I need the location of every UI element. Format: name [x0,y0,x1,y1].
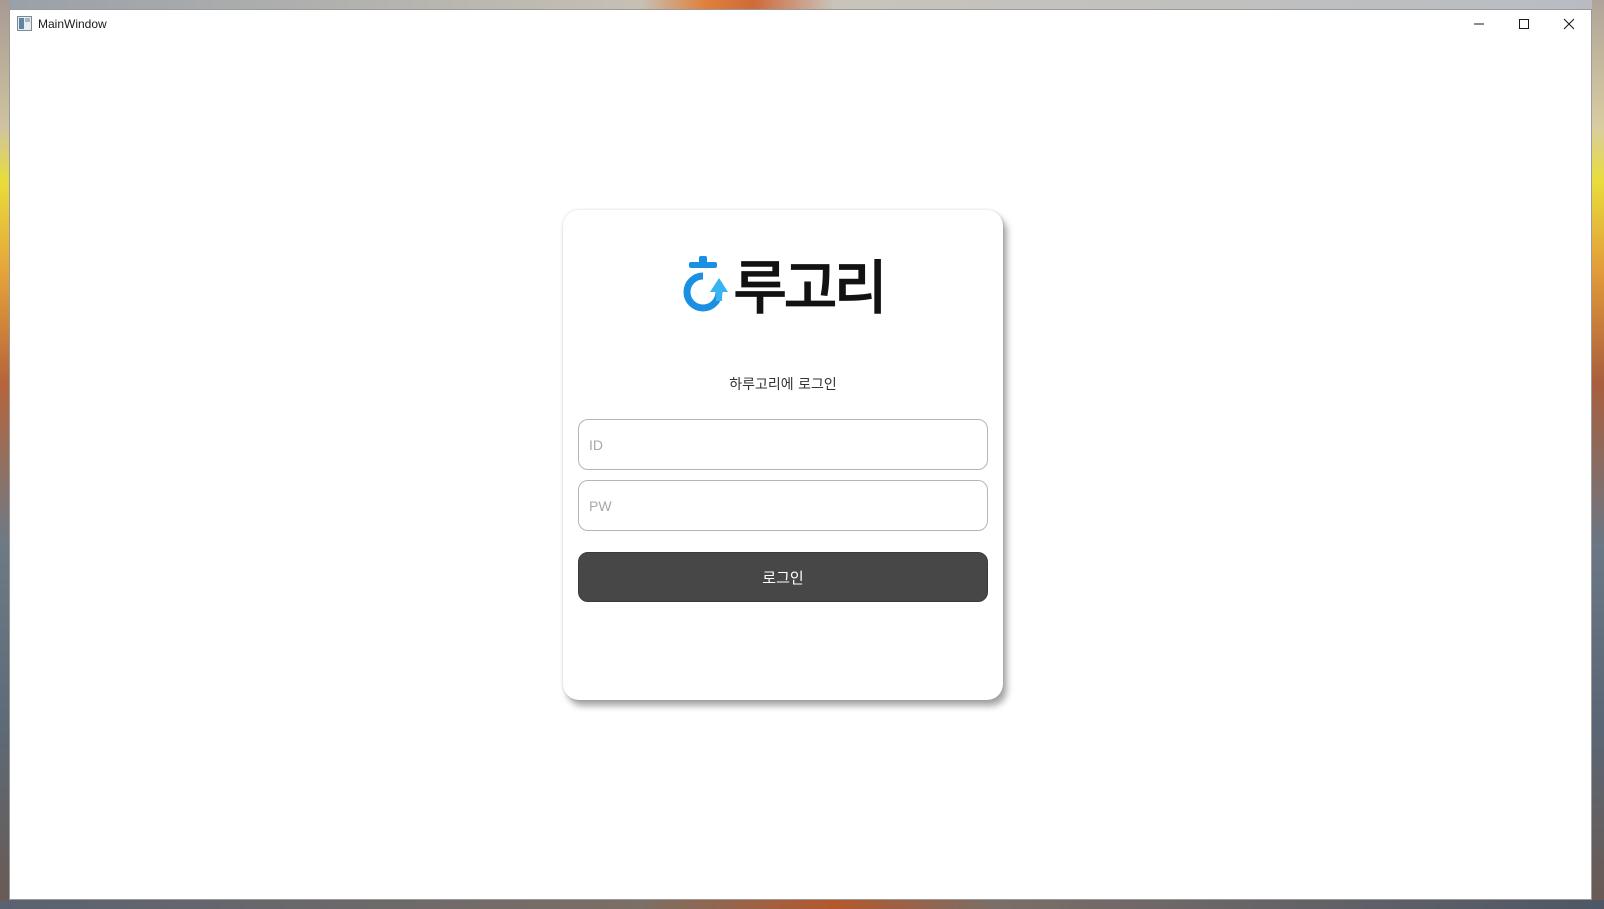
desktop-background-bottom [0,900,1604,909]
logo-mark-icon [683,256,729,312]
login-button[interactable]: 로그인 [578,552,988,602]
app-icon [17,16,32,31]
password-input[interactable] [578,480,988,531]
login-subtitle: 하루고리에 로그인 [729,377,837,393]
minimize-button[interactable] [1456,10,1501,37]
maximize-icon [1518,18,1529,29]
desktop-background-left [0,0,9,909]
close-button[interactable] [1546,10,1591,37]
id-input[interactable] [578,419,988,470]
close-icon [1563,18,1574,29]
desktop-background-top [0,0,1604,9]
logo-text: 루고리 [733,254,887,322]
minimize-icon [1473,23,1484,24]
window-title: MainWindow [38,16,107,31]
desktop-background-right [1592,0,1604,909]
title-bar[interactable]: MainWindow [10,10,1591,37]
maximize-button[interactable] [1501,10,1546,37]
brand-logo: 루고리 [663,252,903,324]
window-controls [1456,10,1591,37]
login-card: 루고리 하루고리에 로그인 로그인 [563,210,1003,700]
